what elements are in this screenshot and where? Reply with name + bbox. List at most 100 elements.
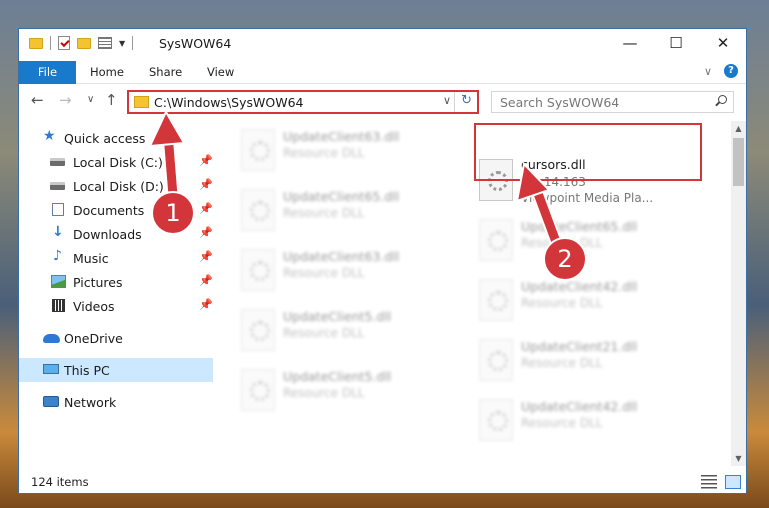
file-tile[interactable]: UpdateClient65.dll Resource DLL xyxy=(231,183,451,235)
sidebar-item-this-pc[interactable]: This PC xyxy=(19,358,213,382)
refresh-icon[interactable]: ↻ xyxy=(461,93,472,108)
item-count: 124 items xyxy=(31,475,89,489)
file-name: UpdateClient5.dll xyxy=(283,309,392,324)
file-type: Resource DLL xyxy=(521,416,603,430)
sidebar-item-label: OneDrive xyxy=(64,331,123,346)
step-2-badge: 2 xyxy=(543,237,587,281)
sidebar-item-label: This PC xyxy=(64,363,110,378)
sidebar-item-label: Documents xyxy=(73,203,145,218)
minimize-button[interactable]: — xyxy=(607,29,653,59)
file-tile[interactable]: UpdateClient42.dll Resource DLL xyxy=(469,273,689,325)
file-name: UpdateClient65.dll xyxy=(521,219,638,234)
dll-file-icon xyxy=(479,279,513,321)
music-icon: ♪ xyxy=(53,248,62,264)
search-input[interactable]: Search SysWOW64 xyxy=(491,91,734,113)
sidebar-item-quick-access[interactable]: ★ Quick access xyxy=(19,126,213,150)
dll-file-icon xyxy=(241,309,275,351)
scroll-up-icon[interactable]: ▲ xyxy=(731,121,746,136)
sidebar-item-label: Downloads xyxy=(73,227,142,242)
onedrive-icon xyxy=(43,334,60,343)
customize-toolbar-dropdown-icon[interactable]: ▼ xyxy=(119,39,125,48)
explorer-window: ▼ SysWOW64 — ☐ ✕ File Home Share View ∨ … xyxy=(18,28,747,494)
forward-button[interactable]: → xyxy=(59,91,72,109)
pin-icon[interactable]: 📌 xyxy=(199,298,213,311)
sidebar-item-label: Pictures xyxy=(73,275,123,290)
toolbar-divider xyxy=(50,36,51,50)
file-tile[interactable]: UpdateClient63.dll Resource DLL xyxy=(231,243,451,295)
window-title: SysWOW64 xyxy=(159,36,232,51)
back-button[interactable]: ← xyxy=(31,91,44,109)
tab-share[interactable]: Share xyxy=(149,61,182,84)
file-name: UpdateClient42.dll xyxy=(521,279,638,294)
checkmark-properties-icon[interactable] xyxy=(58,36,70,50)
videos-icon xyxy=(52,299,65,312)
pin-icon[interactable]: 📌 xyxy=(199,178,213,191)
file-type: Resource DLL xyxy=(521,356,603,370)
address-bar[interactable]: C:\Windows\SysWOW64 ∨ ↻ xyxy=(127,90,479,114)
file-name: UpdateClient21.dll xyxy=(521,339,638,354)
documents-icon xyxy=(52,203,64,216)
file-type: Resource DLL xyxy=(283,326,365,340)
tab-home[interactable]: Home xyxy=(90,61,124,84)
sidebar-item-onedrive[interactable]: OneDrive xyxy=(19,326,213,350)
pin-icon[interactable]: 📌 xyxy=(199,154,213,167)
pin-icon[interactable]: 📌 xyxy=(199,274,213,287)
scroll-down-icon[interactable]: ▼ xyxy=(731,451,746,466)
folder-icon[interactable] xyxy=(29,37,43,49)
ribbon-tabs: File Home Share View ∨ ? xyxy=(19,59,746,84)
dll-file-icon xyxy=(479,219,513,261)
dll-file-icon xyxy=(479,399,513,441)
pin-icon[interactable]: 📌 xyxy=(199,226,213,239)
file-tile[interactable]: UpdateClient5.dll Resource DLL xyxy=(231,363,451,415)
up-button[interactable]: ↑ xyxy=(105,91,118,109)
sidebar-item-music[interactable]: ♪ Music 📌 xyxy=(19,246,213,270)
pin-icon[interactable]: 📌 xyxy=(199,250,213,263)
file-description: Viewpoint Media Pla... xyxy=(521,191,654,205)
file-tile[interactable]: UpdateClient42.dll Resource DLL xyxy=(469,393,689,445)
file-tile[interactable]: UpdateClient63.dll Resource DLL xyxy=(231,123,451,175)
title-bar: ▼ SysWOW64 — ☐ ✕ xyxy=(19,29,746,59)
file-name: UpdateClient65.dll xyxy=(283,189,400,204)
sidebar-item-pictures[interactable]: Pictures 📌 xyxy=(19,270,213,294)
sidebar-item-label: Local Disk (D:) xyxy=(73,179,164,194)
sidebar-item-local-disk-c[interactable]: Local Disk (C:) 📌 xyxy=(19,150,213,174)
file-name: UpdateClient63.dll xyxy=(283,249,400,264)
properties-icon[interactable] xyxy=(98,37,112,49)
tab-file[interactable]: File xyxy=(19,61,76,84)
navigation-bar: ← → ∨ ↑ C:\Windows\SysWOW64 ∨ ↻ Search S… xyxy=(19,84,746,118)
address-path[interactable]: C:\Windows\SysWOW64 xyxy=(154,95,303,110)
vertical-scrollbar[interactable]: ▲ ▼ xyxy=(731,121,746,466)
navigation-pane: ★ Quick access Local Disk (C:) 📌 Local D… xyxy=(19,121,213,466)
file-tile[interactable]: UpdateClient21.dll Resource DLL xyxy=(469,333,689,385)
scrollbar-thumb[interactable] xyxy=(733,138,744,186)
details-view-icon[interactable] xyxy=(701,475,717,489)
help-icon[interactable]: ? xyxy=(724,64,738,78)
tiles-view-icon[interactable] xyxy=(725,475,741,489)
sidebar-item-videos[interactable]: Videos 📌 xyxy=(19,294,213,318)
quick-access-toolbar: ▼ xyxy=(29,36,134,50)
ribbon-controls: ∨ ? xyxy=(704,64,738,78)
step-1-badge: 1 xyxy=(151,191,195,235)
highlight-box-cursors-dll xyxy=(474,123,702,181)
search-icon[interactable] xyxy=(715,95,727,106)
file-tile[interactable]: UpdateClient5.dll Resource DLL xyxy=(231,303,451,355)
sidebar-item-label: Videos xyxy=(73,299,115,314)
maximize-button[interactable]: ☐ xyxy=(653,29,699,59)
dll-file-icon xyxy=(241,129,275,171)
pin-icon[interactable]: 📌 xyxy=(199,202,213,215)
tab-view[interactable]: View xyxy=(207,61,234,84)
recent-locations-button[interactable]: ∨ xyxy=(87,94,94,105)
sidebar-item-label: Music xyxy=(73,251,109,266)
file-name: UpdateClient5.dll xyxy=(283,369,392,384)
expand-ribbon-icon[interactable]: ∨ xyxy=(704,65,712,78)
file-name: UpdateClient42.dll xyxy=(521,399,638,414)
downloads-icon: ↓ xyxy=(52,224,64,240)
address-dropdown-icon[interactable]: ∨ xyxy=(443,94,451,107)
dll-file-icon xyxy=(479,339,513,381)
sidebar-item-network[interactable]: Network xyxy=(19,390,213,414)
file-type: Resource DLL xyxy=(283,206,365,220)
new-folder-icon[interactable] xyxy=(77,37,91,49)
toolbar-divider xyxy=(132,36,134,50)
close-button[interactable]: ✕ xyxy=(700,29,746,59)
file-name: UpdateClient63.dll xyxy=(283,129,400,144)
